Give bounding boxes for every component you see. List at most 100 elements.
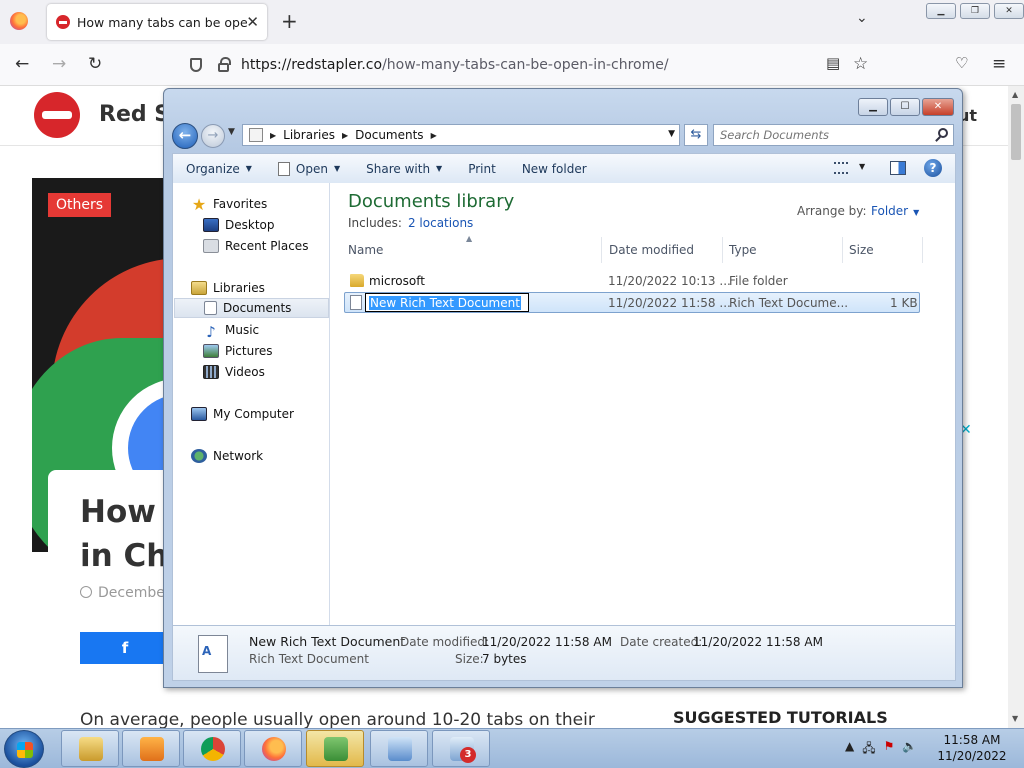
site-logo[interactable] — [34, 92, 80, 138]
share-with-button[interactable]: Share with ▼ — [353, 162, 455, 176]
url-text[interactable]: https://redstapler.co/how-many-tabs-can-… — [241, 57, 669, 73]
refresh-button[interactable]: ⇆ — [684, 124, 708, 146]
file-type: Rich Text Docume... — [729, 296, 849, 310]
includes-locations-link[interactable]: 2 locations — [408, 216, 473, 230]
nav-favorites[interactable]: ★ Favorites — [191, 194, 267, 214]
recent-pages-dropdown-icon[interactable]: ▼ — [228, 127, 235, 137]
breadcrumb-documents[interactable]: Documents — [355, 128, 423, 142]
bookmark-star-icon[interactable]: ☆ — [853, 54, 868, 74]
details-date-created: 11/20/2022 11:58 AM — [693, 635, 823, 649]
hamburger-menu-icon[interactable]: ≡ — [992, 54, 1006, 74]
file-row-new-rich-text-document[interactable]: New Rich Text Document 11/20/2022 11:58 … — [344, 292, 920, 313]
nav-documents[interactable]: Documents — [174, 298, 329, 318]
control-panel-icon — [388, 737, 412, 761]
post-date-text: December — [98, 585, 171, 601]
column-header-size[interactable]: Size — [843, 237, 923, 263]
organize-button[interactable]: Organize ▼ — [173, 162, 265, 176]
nav-music[interactable]: ♪ Music — [203, 320, 259, 341]
back-button[interactable]: ← — [172, 123, 198, 149]
help-icon[interactable]: ? — [924, 159, 942, 177]
restore-button[interactable]: ❐ — [960, 3, 990, 19]
nav-recent-places[interactable]: Recent Places — [203, 236, 308, 256]
taskbar-media-player[interactable] — [122, 730, 180, 767]
taskbar-chrome[interactable] — [183, 730, 241, 767]
facebook-share-button[interactable]: f — [80, 632, 170, 664]
scroll-down-arrow-icon[interactable]: ▼ — [1012, 714, 1018, 723]
minimize-button[interactable]: ▁ — [858, 98, 888, 116]
nav-my-computer[interactable]: My Computer — [191, 404, 294, 424]
address-bar[interactable]: ▶ Libraries ▶ Documents ▶ ▼ — [242, 124, 680, 146]
address-dropdown-icon[interactable]: ▼ — [668, 129, 675, 139]
maximize-button[interactable]: ☐ — [890, 98, 920, 116]
tracking-protection-shield-icon[interactable] — [190, 58, 202, 72]
rename-input[interactable]: New Rich Text Document — [365, 293, 529, 312]
taskbar-search-app[interactable] — [432, 730, 490, 767]
taskbar-users[interactable] — [306, 730, 364, 767]
open-label: Open — [295, 161, 328, 176]
network-tray-icon[interactable]: 🖧 — [862, 739, 875, 760]
scroll-up-arrow-icon[interactable]: ▲ — [1012, 90, 1018, 99]
volume-icon[interactable]: 🔈 — [902, 739, 917, 760]
close-button[interactable]: ✕ — [922, 98, 954, 116]
nav-network[interactable]: Network — [191, 446, 263, 466]
column-header-date-modified[interactable]: Date modified — [603, 237, 723, 263]
taskbar-explorer[interactable] — [61, 730, 119, 767]
file-date: 11/20/2022 11:58 ... — [608, 296, 731, 310]
forward-arrow-icon[interactable]: → — [52, 54, 66, 74]
print-button[interactable]: Print — [455, 162, 509, 176]
views-dropdown-icon[interactable]: ▼ — [859, 162, 865, 171]
breadcrumb-libraries[interactable]: Libraries — [283, 128, 335, 142]
list-all-tabs-chevron-icon[interactable]: ⌄ — [856, 10, 868, 26]
share-with-label: Share with — [366, 161, 431, 176]
rich-text-document-icon — [198, 635, 228, 673]
post-intro: On average, people usually open around 1… — [80, 710, 595, 728]
clock-date: 11/20/2022 — [937, 749, 1007, 763]
lock-icon[interactable] — [218, 56, 231, 72]
arrange-by-dropdown[interactable]: Folder ▼ — [871, 204, 919, 218]
close-button[interactable]: ✕ — [994, 3, 1024, 19]
forward-button[interactable]: → — [201, 124, 225, 148]
firefox-icon — [262, 737, 286, 761]
page-scrollbar[interactable]: ▲ ▼ — [1008, 86, 1024, 728]
details-size: 7 bytes — [482, 652, 527, 666]
start-button[interactable] — [4, 730, 44, 768]
breadcrumb-arrow-icon[interactable]: ▶ — [270, 131, 276, 140]
clock-icon — [80, 586, 92, 598]
reader-view-icon[interactable]: ▤ — [826, 54, 840, 72]
search-input[interactable] — [714, 125, 924, 145]
nav-pictures[interactable]: Pictures — [203, 341, 273, 361]
open-button[interactable]: Open ▼ — [265, 161, 353, 176]
scroll-thumb[interactable] — [1011, 104, 1021, 160]
desktop-icon — [203, 218, 219, 232]
file-row-microsoft[interactable]: microsoft 11/20/2022 10:13 ... File fold… — [344, 271, 920, 292]
preview-pane-icon[interactable] — [890, 161, 906, 175]
action-center-flag-icon[interactable]: ⚑ — [884, 739, 895, 760]
url-bar[interactable]: https://redstapler.co/how-many-tabs-can-… — [180, 50, 882, 80]
taskbar-clock[interactable]: 11:58 AM 11/20/2022 — [930, 732, 1014, 764]
new-tab-button[interactable]: + — [281, 9, 298, 33]
change-view-icon[interactable] — [834, 162, 848, 174]
taskbar-control-panel[interactable] — [370, 730, 428, 767]
nav-videos[interactable]: Videos — [203, 362, 265, 382]
site-name[interactable]: Red S — [99, 102, 170, 127]
pocket-icon[interactable]: ♡ — [955, 54, 968, 72]
minimize-button[interactable]: ▁ — [926, 3, 956, 19]
reload-icon[interactable]: ↻ — [88, 54, 102, 74]
category-badge[interactable]: Others — [48, 193, 112, 217]
tab-close-icon[interactable]: ✕ — [246, 13, 259, 31]
back-arrow-icon[interactable]: ← — [15, 54, 29, 74]
column-header-name[interactable]: Name — [342, 237, 602, 263]
new-folder-button[interactable]: New folder — [509, 162, 600, 176]
search-box — [713, 124, 954, 146]
nav-libraries[interactable]: Libraries — [191, 278, 265, 298]
browser-tab[interactable]: How many tabs can be open in ✕ — [47, 4, 267, 40]
breadcrumb-arrow-icon[interactable]: ▶ — [342, 131, 348, 140]
breadcrumb-arrow-icon[interactable]: ▶ — [431, 131, 437, 140]
rename-selected-text: New Rich Text Document — [369, 296, 521, 310]
search-icon[interactable] — [938, 128, 948, 138]
nav-desktop[interactable]: Desktop — [203, 215, 275, 235]
show-hidden-icons-arrow-icon[interactable]: ▲ — [845, 739, 854, 760]
explorer-window: ▁ ☐ ✕ ← → ▼ ▶ Libraries ▶ Documents ▶ ▼ … — [163, 88, 963, 688]
column-header-type[interactable]: Type — [723, 237, 843, 263]
taskbar-firefox[interactable] — [244, 730, 302, 767]
